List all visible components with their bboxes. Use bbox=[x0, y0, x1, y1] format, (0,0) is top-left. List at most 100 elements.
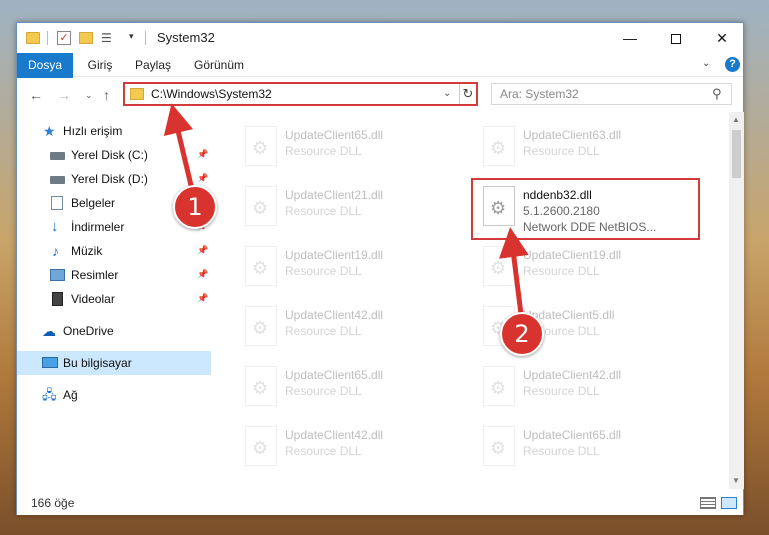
sidebar-item-label: Videolar bbox=[71, 292, 115, 306]
close-button[interactable]: ✕ bbox=[699, 23, 745, 53]
dll-file-icon: ⚙ bbox=[245, 366, 277, 406]
file-description: Resource DLL bbox=[285, 144, 362, 158]
file-item[interactable]: ⚙ UpdateClient21.dll Resource DLL bbox=[237, 182, 467, 232]
quick-access-dropdown[interactable]: ▾ bbox=[129, 31, 134, 49]
search-icon[interactable]: ⚲ bbox=[712, 86, 722, 102]
maximize-button[interactable] bbox=[653, 23, 699, 53]
navigation-bar: ← → ⌄ ↑ C:\Windows\System32 ⌄ ↻ Ara: Sys… bbox=[17, 78, 743, 112]
file-item[interactable]: ⚙ UpdateClient42.dll Resource DLL bbox=[237, 422, 467, 472]
search-input[interactable]: Ara: System32 ⚲ bbox=[491, 83, 732, 105]
recent-locations-button[interactable]: ⌄ bbox=[85, 90, 93, 101]
dll-file-icon: ⚙ bbox=[245, 246, 277, 286]
cloud-icon: ☁ bbox=[42, 323, 56, 339]
navigation-pane: ★ Hızlı erişim Yerel Disk (C:) 📌 Yerel D… bbox=[17, 112, 211, 489]
dll-file-icon: ⚙ bbox=[245, 426, 277, 466]
refresh-icon[interactable]: ↻ bbox=[459, 84, 476, 104]
address-path[interactable]: C:\Windows\System32 bbox=[151, 87, 272, 101]
video-icon bbox=[52, 292, 63, 306]
pin-icon: 📌 bbox=[197, 269, 209, 279]
properties-quick-button[interactable]: ✓ bbox=[57, 31, 71, 45]
sidebar-item-music[interactable]: ♪ Müzik 📌 bbox=[17, 239, 211, 263]
dll-file-icon: ⚙ bbox=[483, 126, 515, 166]
ribbon-tabs: Dosya Giriş Paylaş Görünüm ⌄ ? bbox=[17, 53, 743, 103]
pin-icon: 📌 bbox=[197, 293, 209, 303]
star-icon: ★ bbox=[43, 123, 56, 139]
tab-home[interactable]: Giriş bbox=[83, 53, 117, 77]
minimize-button[interactable]: — bbox=[607, 23, 653, 53]
pin-icon: 📌 bbox=[197, 245, 209, 255]
file-item[interactable]: ⚙ UpdateClient65.dll Resource DLL bbox=[237, 122, 467, 172]
file-list: ⚙ UpdateClient65.dll Resource DLL ⚙ Upda… bbox=[213, 112, 729, 489]
sidebar-item-this-pc[interactable]: Bu bilgisayar bbox=[17, 351, 211, 375]
sidebar-item-videos[interactable]: Videolar 📌 bbox=[17, 287, 211, 311]
file-item[interactable]: ⚙ UpdateClient63.dll Resource DLL bbox=[475, 122, 705, 172]
file-description: Resource DLL bbox=[523, 444, 600, 458]
file-description: Resource DLL bbox=[523, 384, 600, 398]
sidebar-item-onedrive[interactable]: ☁ OneDrive bbox=[17, 319, 211, 343]
sidebar-item-label: Yerel Disk (C:) bbox=[71, 148, 148, 162]
scrollbar-thumb[interactable] bbox=[732, 130, 741, 178]
sidebar-item-label: OneDrive bbox=[63, 324, 114, 338]
help-icon[interactable]: ? bbox=[725, 57, 740, 72]
sidebar-item-local-disk-d[interactable]: Yerel Disk (D:) 📌 bbox=[17, 167, 211, 191]
document-icon bbox=[51, 196, 63, 210]
file-description: Network DDE NetBIOS... bbox=[523, 220, 657, 234]
new-folder-quick-button[interactable] bbox=[79, 32, 93, 44]
address-bar[interactable]: C:\Windows\System32 ⌄ ↻ bbox=[123, 82, 478, 106]
computer-icon bbox=[42, 357, 58, 368]
file-name: UpdateClient65.dll bbox=[285, 128, 384, 142]
sidebar-item-label: Hızlı erişim bbox=[63, 124, 123, 138]
customize-icon[interactable]: ☰ bbox=[101, 31, 117, 45]
file-name: UpdateClient65.dll bbox=[285, 368, 384, 382]
dll-file-icon: ⚙ bbox=[245, 186, 277, 226]
scroll-up-icon[interactable]: ▲ bbox=[732, 115, 740, 124]
pin-icon: 📌 bbox=[197, 149, 209, 159]
file-item[interactable]: ⚙ UpdateClient19.dll Resource DLL bbox=[237, 242, 467, 292]
step-badge-2: 2 bbox=[500, 312, 544, 356]
tab-share[interactable]: Paylaş bbox=[131, 53, 175, 77]
back-button[interactable]: ← bbox=[29, 87, 43, 103]
file-name: UpdateClient19.dll bbox=[523, 248, 622, 262]
large-icons-view-icon[interactable] bbox=[721, 497, 737, 509]
folder-icon bbox=[130, 88, 144, 100]
file-description: Resource DLL bbox=[285, 324, 362, 338]
sidebar-item-network[interactable]: 🖧 Ağ bbox=[17, 383, 211, 407]
dll-file-icon: ⚙ bbox=[483, 426, 515, 466]
sidebar-item-local-disk-c[interactable]: Yerel Disk (C:) 📌 bbox=[17, 143, 211, 167]
separator bbox=[145, 31, 146, 45]
expand-ribbon-icon[interactable]: ⌄ bbox=[702, 58, 710, 69]
address-dropdown-icon[interactable]: ⌄ bbox=[443, 88, 451, 99]
sidebar-item-label: Bu bilgisayar bbox=[63, 356, 132, 370]
pin-icon: 📌 bbox=[197, 173, 209, 183]
window-title: System32 bbox=[157, 30, 215, 45]
sidebar-item-label: Ağ bbox=[63, 388, 78, 402]
vertical-scrollbar[interactable]: ▲ ▼ bbox=[729, 112, 744, 489]
file-item[interactable]: ⚙ UpdateClient65.dll Resource DLL bbox=[237, 362, 467, 412]
details-view-icon[interactable] bbox=[700, 497, 716, 509]
sidebar-item-label: Müzik bbox=[71, 244, 103, 258]
up-button[interactable]: ↑ bbox=[103, 87, 110, 103]
file-description: Resource DLL bbox=[523, 264, 600, 278]
file-item[interactable]: ⚙ UpdateClient42.dll Resource DLL bbox=[475, 362, 705, 412]
dll-file-icon: ⚙ bbox=[245, 126, 277, 166]
file-item[interactable]: ⚙ UpdateClient65.dll Resource DLL bbox=[475, 422, 705, 472]
sidebar-item-label: Belgeler bbox=[71, 196, 116, 210]
file-description: Resource DLL bbox=[285, 384, 362, 398]
file-item[interactable]: ⚙ UpdateClient19.dll Resource DLL bbox=[475, 242, 705, 292]
sidebar-item-quick-access[interactable]: ★ Hızlı erişim bbox=[17, 119, 211, 143]
sidebar-item-pictures[interactable]: Resimler 📌 bbox=[17, 263, 211, 287]
file-name: UpdateClient19.dll bbox=[285, 248, 384, 262]
dll-file-icon: ⚙ bbox=[483, 366, 515, 406]
sidebar-item-label: Yerel Disk (D:) bbox=[71, 172, 148, 186]
file-item[interactable]: ⚙ UpdateClient42.dll Resource DLL bbox=[237, 302, 467, 352]
drive-icon bbox=[50, 152, 65, 160]
file-name: UpdateClient21.dll bbox=[285, 188, 384, 202]
search-placeholder: Ara: System32 bbox=[500, 87, 579, 101]
explorer-window: ✓ ☰ ▾ System32 — ✕ Dosya Giriş Paylaş Gö… bbox=[16, 22, 744, 515]
forward-button[interactable]: → bbox=[57, 87, 71, 103]
pictures-icon bbox=[50, 269, 65, 281]
scroll-down-icon[interactable]: ▼ bbox=[732, 476, 740, 485]
file-item-nddenb32[interactable]: ⚙ nddenb32.dll 5.1.2600.2180 Network DDE… bbox=[475, 182, 705, 238]
tab-view[interactable]: Görünüm bbox=[189, 53, 249, 77]
file-description: Resource DLL bbox=[285, 444, 362, 458]
